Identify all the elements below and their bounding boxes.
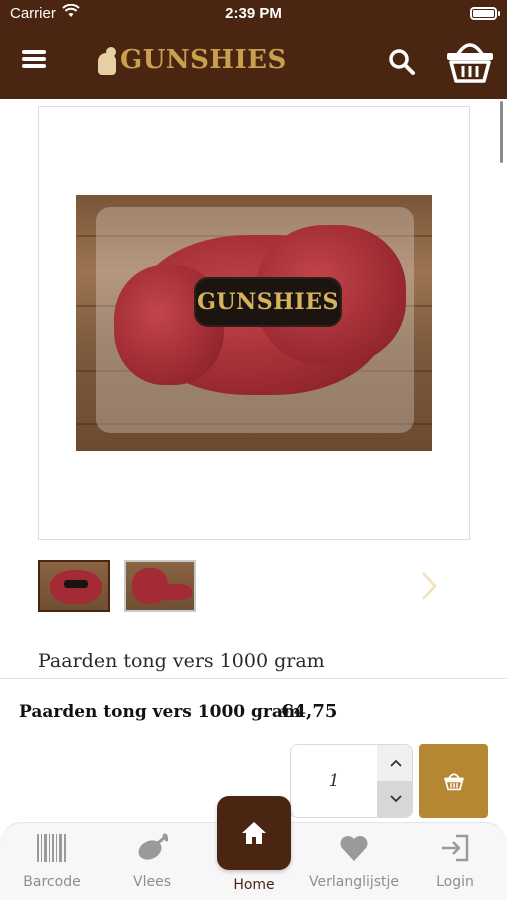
search-icon xyxy=(389,49,415,75)
tab-vlees-label: Vlees xyxy=(133,874,171,890)
basket-icon xyxy=(443,773,464,791)
product-label-badge: GUNSHIES xyxy=(194,277,342,327)
next-image-button[interactable] xyxy=(418,569,440,603)
menu-button[interactable] xyxy=(22,47,52,73)
add-to-cart-button[interactable] xyxy=(419,744,488,818)
quantity-input[interactable] xyxy=(291,745,377,817)
home-icon xyxy=(242,822,266,844)
basket-icon xyxy=(447,43,493,83)
meat-icon xyxy=(136,833,170,863)
login-icon xyxy=(439,833,471,863)
barcode-icon xyxy=(36,833,68,863)
menu-icon xyxy=(22,50,46,54)
logo-wordmark: GUNSHIES xyxy=(120,45,287,75)
thumbnail-1[interactable] xyxy=(38,560,110,612)
price-bar-product-name: Paarden tong vers 1000 gram xyxy=(19,702,301,722)
battery-icon xyxy=(470,7,500,20)
scroll-indicator[interactable] xyxy=(500,101,503,163)
thumbnail-2[interactable] xyxy=(124,560,196,612)
product-price: €4,75 xyxy=(281,701,338,722)
quantity-decrease-button[interactable] xyxy=(377,781,412,817)
tab-login-label: Login xyxy=(436,874,474,890)
tab-verlanglijstje-label: Verlanglijstje xyxy=(309,874,400,890)
app-header: Carrier 2:39 PM GUNSHIES xyxy=(0,0,507,99)
search-button[interactable] xyxy=(387,47,417,77)
status-bar: Carrier 2:39 PM xyxy=(0,0,507,28)
quantity-increase-button[interactable] xyxy=(377,745,412,781)
tab-barcode-label: Barcode xyxy=(23,874,81,890)
chevron-up-icon xyxy=(389,759,402,767)
tab-home-label: Home xyxy=(233,877,275,893)
product-image-frame[interactable]: GUNSHIES xyxy=(38,106,470,540)
tab-home[interactable] xyxy=(217,796,291,870)
product-title: Paarden tong vers 1000 gram xyxy=(38,650,325,672)
chevron-down-icon xyxy=(389,795,402,803)
tab-verlanglijstje[interactable]: Verlanglijstje xyxy=(309,823,399,901)
tab-barcode[interactable]: Barcode xyxy=(7,823,97,901)
product-photo: GUNSHIES xyxy=(76,195,432,451)
heart-icon xyxy=(338,833,370,863)
quantity-stepper[interactable] xyxy=(290,744,413,818)
clock: 2:39 PM xyxy=(225,5,282,22)
chevron-right-icon xyxy=(422,572,437,600)
brand-logo[interactable]: GUNSHIES xyxy=(96,42,287,78)
tab-vlees[interactable]: Vlees xyxy=(107,823,197,901)
dog-logo-icon xyxy=(96,45,120,75)
tab-login[interactable]: Login xyxy=(410,823,500,901)
basket-button[interactable] xyxy=(444,38,496,84)
